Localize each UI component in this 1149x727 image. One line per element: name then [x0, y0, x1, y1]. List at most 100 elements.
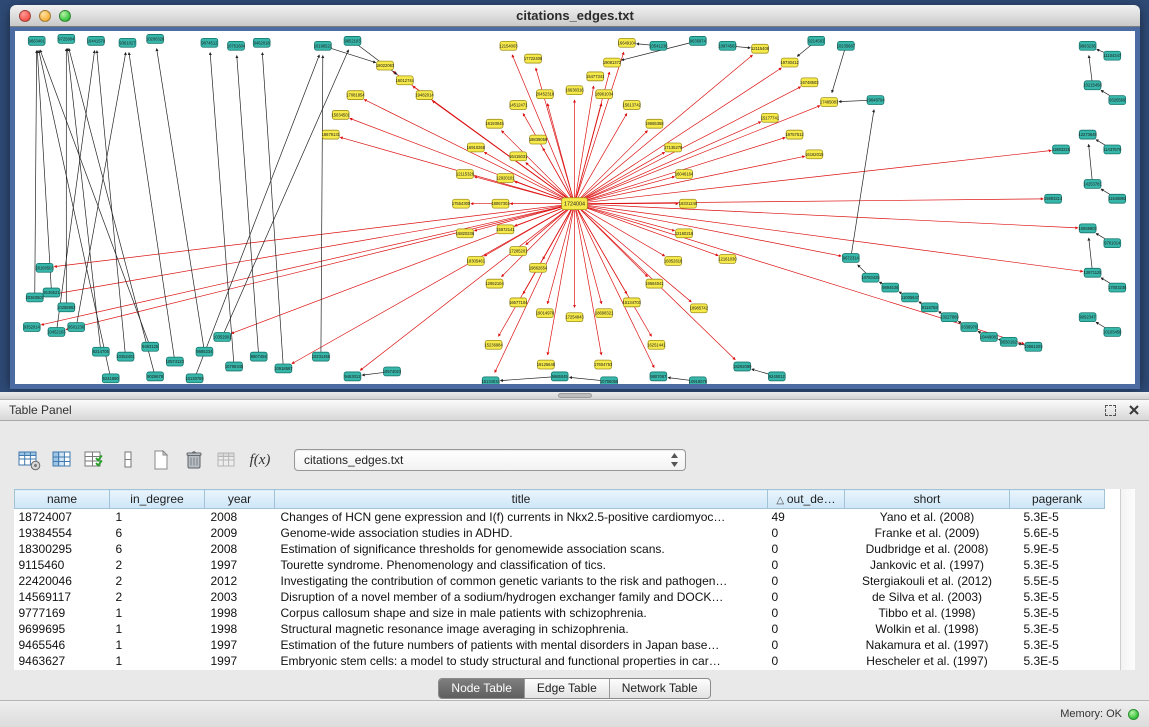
table-cell[interactable]: 9463627: [15, 653, 110, 669]
table-cell[interactable]: 5.3E-5: [1010, 589, 1105, 605]
table-cell[interactable]: 2003: [205, 589, 275, 605]
graph-edge[interactable]: [575, 204, 842, 256]
table-cell[interactable]: 5.9E-5: [1010, 541, 1105, 557]
create-column-icon[interactable]: [148, 447, 174, 473]
column-header-in_degree[interactable]: in_degree: [110, 490, 205, 509]
table-cell[interactable]: 49: [768, 509, 845, 526]
graph-edge[interactable]: [237, 56, 259, 357]
graph-edge[interactable]: [575, 106, 820, 204]
table-cell[interactable]: 18724007: [15, 509, 110, 526]
network-canvas-svg[interactable]: 1724004183312401216021616052616195640411…: [15, 31, 1135, 384]
table-cell[interactable]: Yano et al. (2008): [845, 509, 1010, 526]
table-cell[interactable]: 1998: [205, 621, 275, 637]
graph-edge[interactable]: [832, 46, 846, 93]
table-cell[interactable]: 18300295: [15, 541, 110, 557]
graph-edge[interactable]: [575, 204, 1083, 272]
graph-edge[interactable]: [1089, 238, 1093, 273]
table-row[interactable]: 1456911722003Disruption of a novel membe…: [15, 589, 1105, 605]
table-row[interactable]: 946554611997Estimation of the future num…: [15, 637, 1105, 653]
graph-edge[interactable]: [575, 199, 1044, 204]
table-row[interactable]: 1938455462009Genome-wide association stu…: [15, 525, 1105, 541]
graph-edge[interactable]: [97, 51, 126, 357]
graph-edge[interactable]: [157, 49, 205, 352]
table-cell[interactable]: 6: [110, 525, 205, 541]
table-cell[interactable]: 0: [768, 541, 845, 557]
table-cell[interactable]: 1: [110, 621, 205, 637]
table-cell[interactable]: 9777169: [15, 605, 110, 621]
table-cell[interactable]: 2008: [205, 509, 275, 526]
table-cell[interactable]: de Silva et al. (2003): [845, 589, 1010, 605]
graph-edge[interactable]: [575, 131, 648, 204]
table-cell[interactable]: 2009: [205, 525, 275, 541]
graph-edge[interactable]: [35, 51, 37, 298]
table-cell[interactable]: Structural magnetic resonance image aver…: [275, 621, 768, 637]
table-cell[interactable]: 1: [110, 653, 205, 669]
graph-edge[interactable]: [231, 204, 574, 334]
table-cell[interactable]: 1: [110, 637, 205, 653]
table-cell[interactable]: 5.3E-5: [1010, 621, 1105, 637]
table-cell[interactable]: 0: [768, 605, 845, 621]
table-cell[interactable]: Franke et al. (2009): [845, 525, 1010, 541]
table-cell[interactable]: Nakamura et al. (1997): [845, 637, 1010, 653]
table-cell[interactable]: 1997: [205, 653, 275, 669]
table-cell[interactable]: 2008: [205, 541, 275, 557]
tab-edge-table[interactable]: Edge Table: [524, 679, 609, 698]
table-cell[interactable]: Stergiakouli et al. (2012): [845, 573, 1010, 589]
table-cell[interactable]: 9115460: [15, 557, 110, 573]
table-cell[interactable]: Disruption of a novel member of a sodium…: [275, 589, 768, 605]
zoom-window-button[interactable]: [59, 10, 71, 22]
export-table-icon[interactable]: [82, 447, 108, 473]
table-cell[interactable]: Estimation of the future numbers of pati…: [275, 637, 768, 653]
graph-edge[interactable]: [543, 148, 575, 204]
graph-edge[interactable]: [575, 122, 761, 204]
table-cell[interactable]: 0: [768, 525, 845, 541]
table-row[interactable]: 946362711997Embryonic stem cells: a mode…: [15, 653, 1105, 669]
graph-edge[interactable]: [321, 56, 323, 357]
table-cell[interactable]: 5.3E-5: [1010, 637, 1105, 653]
table-cell[interactable]: Dudbridge et al. (2008): [845, 541, 1010, 557]
graph-edge[interactable]: [575, 152, 665, 203]
table-cell[interactable]: 5.3E-5: [1010, 605, 1105, 621]
float-panel-icon[interactable]: [1105, 405, 1116, 416]
memory-status-indicator[interactable]: [1128, 709, 1139, 720]
table-mode-icon[interactable]: [16, 447, 42, 473]
table-cell[interactable]: Investigating the contribution of common…: [275, 573, 768, 589]
table-cell[interactable]: 9465546: [15, 637, 110, 653]
table-cell[interactable]: 1998: [205, 605, 275, 621]
graph-edge[interactable]: [56, 51, 94, 332]
table-cell[interactable]: 1: [110, 509, 205, 526]
import-table-icon[interactable]: [214, 447, 240, 473]
table-cell[interactable]: 5.6E-5: [1010, 525, 1105, 541]
table-cell[interactable]: 2012: [205, 573, 275, 589]
table-cell[interactable]: 0: [768, 653, 845, 669]
table-cell[interactable]: 2: [110, 573, 205, 589]
table-cell[interactable]: 1997: [205, 637, 275, 653]
graph-edge[interactable]: [575, 204, 665, 256]
table-cell[interactable]: 6: [110, 541, 205, 557]
graph-edge[interactable]: [575, 86, 594, 204]
network-canvas[interactable]: 1724004183312401216021616052616195640411…: [15, 31, 1135, 384]
column-header-year[interactable]: year: [205, 490, 275, 509]
graph-edge[interactable]: [210, 53, 234, 367]
table-cell[interactable]: 0: [768, 557, 845, 573]
table-cell[interactable]: 5.3E-5: [1010, 509, 1105, 526]
delete-column-icon[interactable]: [181, 447, 207, 473]
table-cell[interactable]: 14569117: [15, 589, 110, 605]
table-selector[interactable]: citations_edges.txt: [294, 449, 686, 471]
table-cell[interactable]: 1: [110, 605, 205, 621]
tab-network-table[interactable]: Network Table: [609, 679, 710, 698]
graph-edge[interactable]: [66, 204, 574, 330]
table-cell[interactable]: 5.3E-5: [1010, 557, 1105, 573]
table-cell[interactable]: 0: [768, 589, 845, 605]
row-height-icon[interactable]: [115, 447, 141, 473]
column-header-pagerank[interactable]: pagerank: [1010, 490, 1105, 509]
graph-edge[interactable]: [575, 204, 1024, 344]
table-cell[interactable]: 0: [768, 621, 845, 637]
graph-edge[interactable]: [222, 50, 348, 337]
graph-edge[interactable]: [575, 204, 602, 304]
table-cell[interactable]: Tibbo et al. (1998): [845, 605, 1010, 621]
graph-edge[interactable]: [575, 156, 805, 203]
table-cell[interactable]: 1997: [205, 557, 275, 573]
column-header-name[interactable]: name: [15, 490, 110, 509]
show-columns-icon[interactable]: [49, 447, 75, 473]
